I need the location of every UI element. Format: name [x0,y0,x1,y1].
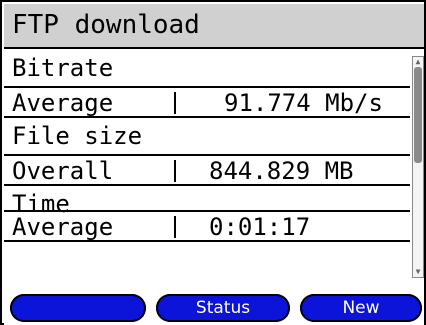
softkey-bar: Status New [4,290,424,325]
results-panel: Bitrate Average 91.774 Mb/s File size Ov… [4,50,410,280]
result-row-bitrate: Average 91.774 Mb/s [4,86,410,118]
result-value: 844.829 MB [209,157,354,185]
column-separator [174,92,176,114]
result-value: 91.774 Mb/s [224,89,383,117]
section-heading-file-size: File size [12,122,143,150]
title-bar: FTP download [4,4,424,49]
column-separator [174,160,176,182]
new-button[interactable]: New [300,294,422,322]
scroll-thumb[interactable] [414,67,422,163]
device-screen: FTP download Bitrate Average 91.774 Mb/s… [0,0,426,325]
vertical-scrollbar[interactable]: ▲ ▼ [412,56,424,278]
result-label: Average [12,89,114,117]
result-value: 0:01:17 [209,213,311,241]
softkey-left-button[interactable] [10,294,146,322]
scroll-up-icon[interactable]: ▲ [413,57,423,67]
result-row-file-size: Overall 844.829 MB [4,154,410,186]
result-row-time: Average 0:01:17 [4,210,410,242]
status-button[interactable]: Status [156,294,290,322]
result-label: Average [12,213,114,241]
scroll-down-icon[interactable]: ▼ [413,267,423,277]
column-separator [174,216,176,238]
result-label: Overall [12,157,114,185]
page-title: FTP download [12,10,200,40]
section-heading-bitrate: Bitrate [12,54,114,82]
